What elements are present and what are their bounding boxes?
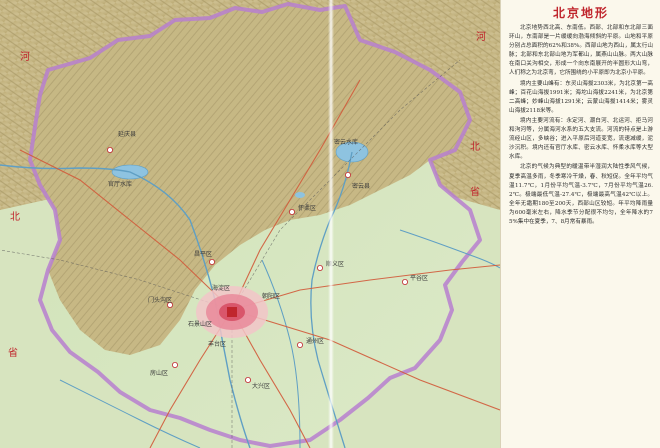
place-label-daxing: 大兴区 xyxy=(252,382,270,390)
place-label-miyun: 密云县 xyxy=(352,182,370,190)
place-label-shijingshan: 石景山区 xyxy=(188,320,212,328)
province-label-bei-left: 北 xyxy=(10,211,20,223)
huairou-reservoir xyxy=(295,192,305,198)
place-label-haidian: 海淀区 xyxy=(212,284,230,292)
place-label-yanqing: 延庆县 xyxy=(118,130,136,138)
province-label-bei-right: 北 xyxy=(470,141,480,153)
place-label-chaoyang: 朝阳区 xyxy=(262,292,280,300)
page-fold xyxy=(328,0,334,448)
place-label-miyun-reservoir: 密云水库 xyxy=(334,138,358,146)
place-label-pinggu: 平谷区 xyxy=(410,274,428,282)
place-label-huairou: 怀柔区 xyxy=(298,204,316,212)
description-panel: 北京地形 北京地势西北高、东南低。西部、北部和东北部三面环山，东南部是一片缓缓向… xyxy=(500,0,660,448)
province-label-hebei-left: 河 xyxy=(20,51,30,63)
place-label-tongzhou: 通州区 xyxy=(306,337,324,345)
panel-paragraph-peaks: 境内主要山峰有：东灵山海拔2303米，为北京第一高峰；百花山海拔1991米；海坨… xyxy=(509,80,653,114)
place-label-guanting-reservoir: 官厅水库 xyxy=(108,180,132,188)
panel-paragraph-rivers: 境内主要河流有：永定河、潮白河、北运河、拒马河和泃河等，分属海河水系的五大支流。… xyxy=(509,117,653,161)
place-label-mentougou: 门头沟区 xyxy=(148,296,172,304)
urban-core xyxy=(196,286,268,338)
panel-paragraph-climate: 北京的气候为典型的暖温带半湿润大陆性季风气候，夏季高温多雨，冬季寒冷干燥，春、秋… xyxy=(509,164,653,225)
place-label-fengtai: 丰台区 xyxy=(208,340,226,348)
province-label-sheng-right: 省 xyxy=(470,185,480,198)
province-label-hebei-right: 河 xyxy=(476,31,486,43)
province-label-sheng-left: 省 xyxy=(8,346,18,359)
beijing-topographic-map[interactable]: 河 河 北 北 省 省 怀柔区 昌平区 顺义区 平谷区 海淀区 朝阳区 门头沟区… xyxy=(0,0,500,448)
map-canvas: 河 河 北 北 省 省 怀柔区 昌平区 顺义区 平谷区 海淀区 朝阳区 门头沟区… xyxy=(0,0,500,448)
city-center-marker xyxy=(227,307,237,317)
place-label-fangshan: 房山区 xyxy=(150,369,168,377)
place-label-changping: 昌平区 xyxy=(194,251,212,258)
panel-paragraph-terrain: 北京地势西北高、东南低。西部、北部和东北部三面环山，东南部是一片缓缓向渤海倾斜的… xyxy=(509,25,653,77)
panel-title: 北京地形 xyxy=(552,6,609,20)
